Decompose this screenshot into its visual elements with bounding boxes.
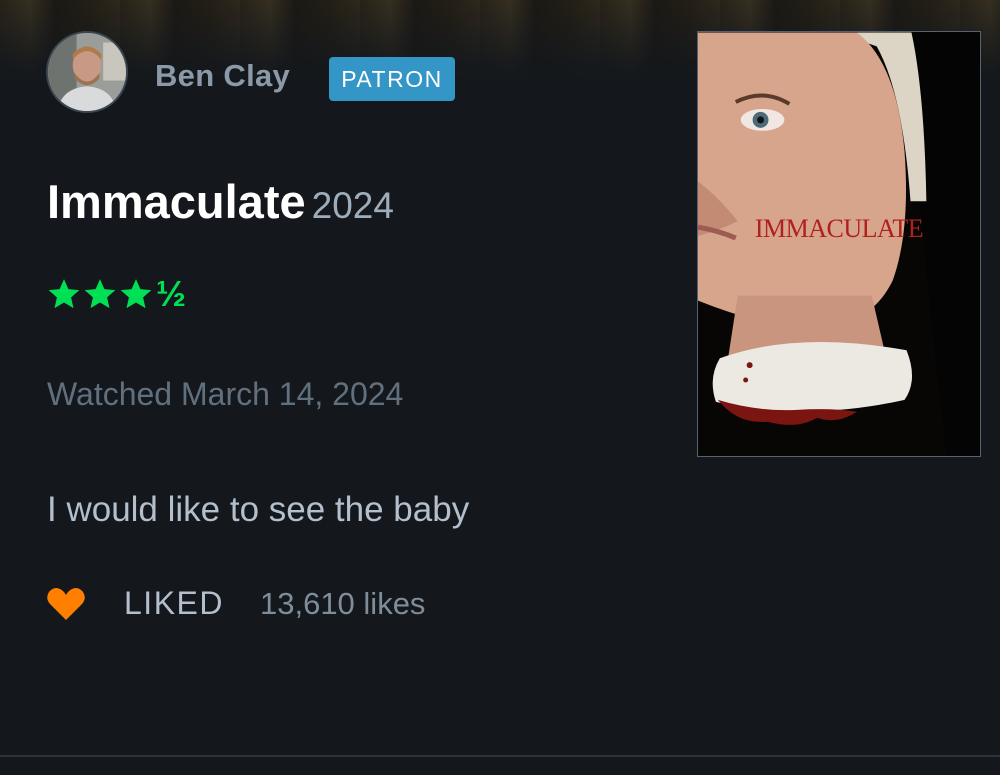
review-text: I would like to see the baby [47, 490, 470, 529]
star-icon [48, 279, 80, 309]
star-icon [84, 279, 116, 309]
like-row: LIKED 13,610 likes [46, 585, 425, 622]
avatar-image [48, 33, 126, 111]
liked-status[interactable]: LIKED [124, 585, 224, 622]
watched-date: Watched March 14, 2024 [47, 376, 404, 412]
avatar[interactable] [46, 31, 128, 113]
film-year[interactable]: 2024 [312, 185, 394, 226]
heart-icon[interactable] [46, 586, 86, 622]
patron-badge: PATRON [329, 57, 455, 101]
film-title[interactable]: Immaculate [47, 175, 306, 228]
poster-title: IMMACULATE [754, 214, 924, 243]
film-title-row: Immaculate 2024 [47, 174, 394, 229]
film-poster[interactable]: IMMACULATE [697, 31, 981, 457]
star-rating: ½ [47, 276, 186, 312]
half-star: ½ [156, 273, 187, 314]
like-count[interactable]: 13,610 likes [260, 586, 425, 622]
poster-image [698, 32, 980, 456]
star-icon [120, 279, 152, 309]
username[interactable]: Ben Clay [155, 58, 290, 94]
divider [0, 755, 1000, 757]
